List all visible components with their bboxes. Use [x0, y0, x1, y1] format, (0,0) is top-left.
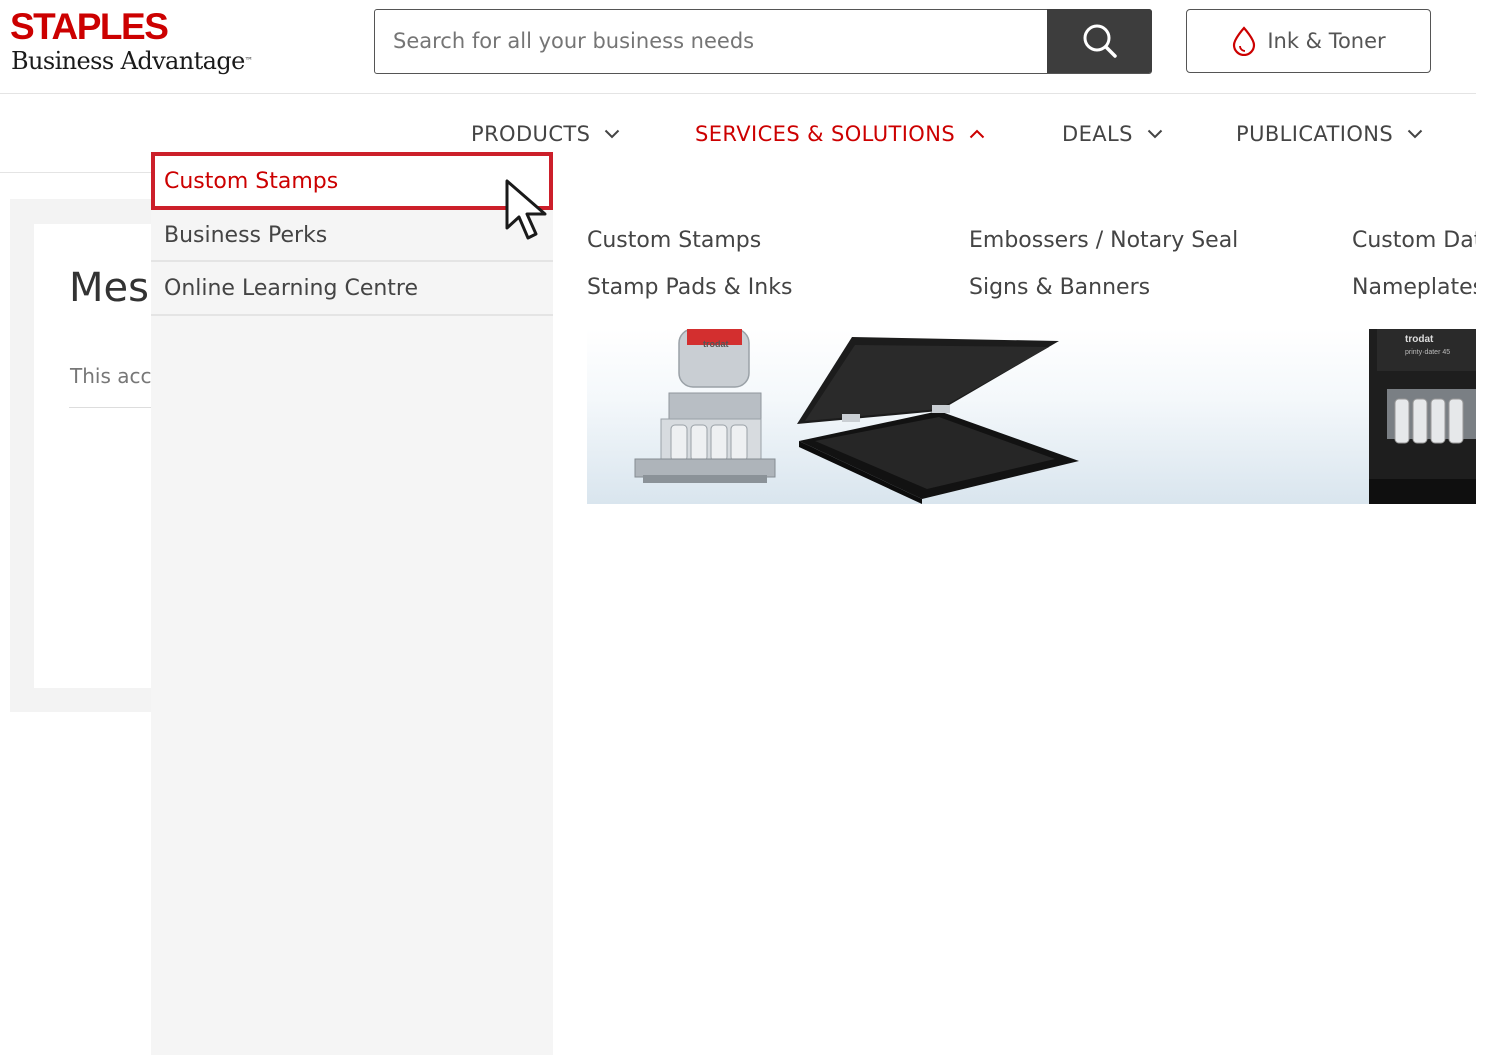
background-page-text: This acc [70, 364, 152, 388]
nav-services-label: SERVICES & SOLUTIONS [695, 122, 956, 146]
submenu-link-custom-stamps[interactable]: Custom Stamps [587, 228, 761, 253]
search-icon [1083, 24, 1117, 58]
background-page-title: Mes [69, 265, 149, 311]
services-dropdown-menu: Custom Stamps Business Perks Online Lear… [151, 152, 553, 1055]
header-divider [0, 93, 1476, 94]
stamp-products-illustration: trodat trodat printy·dater 45 [634, 329, 1476, 504]
nav-products-label: PRODUCTS [471, 122, 591, 146]
self-inking-dater-graphic: trodat printy·dater 45 [1369, 329, 1476, 504]
trademark-mark: ™ [244, 56, 253, 65]
nav-deals-label: DEALS [1062, 122, 1133, 146]
trodat-label: trodat [703, 339, 729, 349]
search-button[interactable] [1047, 9, 1152, 73]
ink-toner-button[interactable]: Ink & Toner [1186, 9, 1431, 73]
menu-item-online-learning-centre[interactable]: Online Learning Centre [151, 262, 553, 316]
nav-deals[interactable]: DEALS [1062, 117, 1163, 151]
submenu-link-nameplates[interactable]: Nameplates [1352, 275, 1476, 300]
staples-logo[interactable]: STAPLES Business Advantage™ [10, 8, 300, 78]
nav-services-solutions[interactable]: SERVICES & SOLUTIONS [695, 117, 985, 151]
mouse-pointer-icon [505, 179, 547, 240]
menu-item-business-perks[interactable]: Business Perks [151, 210, 553, 262]
printy-dater-label: printy·dater 45 [1405, 349, 1450, 356]
logo-subtitle-text: Business Advantage [11, 47, 245, 75]
menu-item-custom-stamps[interactable]: Custom Stamps [151, 152, 553, 210]
chevron-up-icon [969, 129, 985, 139]
submenu-link-embossers-notary-seal[interactable]: Embossers / Notary Seal [969, 228, 1238, 253]
menu-item-label: Business Perks [164, 222, 328, 248]
ink-drop-icon [1233, 26, 1256, 56]
trodat-label-right: trodat [1405, 334, 1434, 345]
search-input[interactable] [375, 10, 1047, 72]
background-text-divider [69, 407, 156, 408]
search-bar [374, 9, 1152, 74]
dater-stamp-graphic: trodat [634, 329, 776, 483]
page-divider [0, 172, 152, 173]
submenu-link-stamp-pads-inks[interactable]: Stamp Pads & Inks [587, 275, 792, 300]
menu-item-label: Online Learning Centre [164, 275, 419, 301]
chevron-down-icon [1147, 129, 1163, 139]
nav-publications-label: PUBLICATIONS [1236, 122, 1394, 146]
ink-toner-label: Ink & Toner [1267, 29, 1386, 53]
submenu-links: Custom Stamps Stamp Pads & Inks Embosser… [553, 200, 1476, 320]
stamp-pad-graphic [797, 337, 1079, 504]
chevron-down-icon [1407, 129, 1423, 139]
menu-item-label: Custom Stamps [164, 168, 339, 194]
submenu-link-signs-banners[interactable]: Signs & Banners [969, 275, 1150, 300]
logo-brand-text: STAPLES [10, 6, 169, 47]
logo-subtitle: Business Advantage™ [11, 47, 253, 75]
nav-products[interactable]: PRODUCTS [471, 117, 620, 151]
chevron-down-icon [605, 129, 620, 139]
nav-publications[interactable]: PUBLICATIONS [1236, 117, 1423, 151]
submenu-link-custom-date[interactable]: Custom Dat [1352, 228, 1476, 253]
custom-stamps-banner-image[interactable]: trodat trodat printy·dater 45 [587, 329, 1476, 504]
